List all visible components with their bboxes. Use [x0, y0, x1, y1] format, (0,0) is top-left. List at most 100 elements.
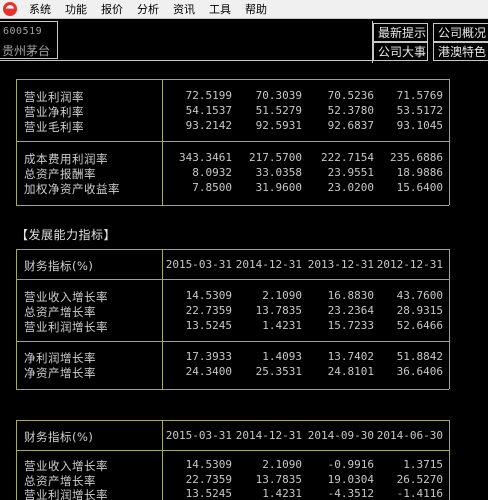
- table-grid-line: [16, 420, 17, 500]
- table-grid-line: [16, 420, 449, 421]
- table-cell: 2012-12-31: [376, 258, 443, 271]
- stock-info-box: 600519 贵州茅台: [0, 21, 58, 59]
- table-cell: -4.3512: [327, 487, 374, 500]
- port-features-button[interactable]: 港澳特色: [433, 42, 488, 61]
- table-cell: 36.6406: [396, 365, 443, 378]
- row-label: 加权净资产收益率: [24, 182, 120, 196]
- company-events-button[interactable]: 公司大事: [373, 42, 428, 61]
- table-cell: 70.5236: [327, 89, 374, 102]
- row-label: 总资产报酬率: [24, 167, 96, 181]
- row-label: 营业收入增长率: [24, 290, 108, 304]
- table-cell: 1.3715: [403, 458, 443, 471]
- table-cell: 51.8842: [396, 350, 443, 363]
- table-cell: 16.8830: [327, 289, 374, 302]
- stock-code: 600519: [3, 26, 43, 37]
- table-cell: 2.1090: [262, 458, 302, 471]
- table-cell: 22.7359: [185, 304, 232, 317]
- table-cell: 2014-12-31: [235, 258, 302, 271]
- latest-tips-button[interactable]: 最新提示: [373, 23, 428, 42]
- table-cell: 28.9315: [396, 304, 443, 317]
- menu-quote[interactable]: 报价: [95, 0, 131, 19]
- table-cell: 235.6886: [390, 151, 443, 164]
- table-grid-line: [16, 249, 449, 250]
- table-cell: 8.0932: [192, 166, 232, 179]
- table-grid-line: [16, 205, 449, 206]
- table-cell: 92.6837: [327, 119, 374, 132]
- table-cell: 14.5309: [185, 458, 232, 471]
- menu-help[interactable]: 帮助: [239, 0, 275, 19]
- table-cell: 7.8500: [192, 181, 232, 194]
- table-cell: -0.9916: [327, 458, 374, 471]
- table-cell: 1.4231: [262, 319, 302, 332]
- table-cell: 53.5172: [396, 104, 443, 117]
- table-cell: 2013-12-31: [307, 258, 374, 271]
- table-cell: 23.2364: [327, 304, 374, 317]
- table-cell: 2014-12-31: [235, 429, 302, 442]
- table-cell: 71.5769: [396, 89, 443, 102]
- table-cell: 13.7835: [255, 473, 302, 486]
- row-label: 总资产增长率: [24, 305, 96, 319]
- table-cell: 72.5199: [185, 89, 232, 102]
- stock-name: 贵州茅台: [2, 44, 51, 58]
- table-cell: 343.3461: [179, 151, 232, 164]
- row-label: 财务指标(%): [24, 430, 94, 444]
- menu-function[interactable]: 功能: [59, 0, 95, 19]
- table-grid-line: [449, 79, 450, 205]
- table-grid-line: [449, 420, 450, 500]
- row-label: 净利润增长率: [24, 351, 96, 365]
- table-cell: 13.7402: [327, 350, 374, 363]
- table-cell: 217.5700: [249, 151, 302, 164]
- table-grid-line: [16, 450, 449, 451]
- table-cell: 15.6400: [396, 181, 443, 194]
- table-grid-line: [16, 249, 17, 389]
- row-label: 营业利润增长率: [24, 488, 108, 500]
- menu-tools[interactable]: 工具: [203, 0, 239, 19]
- table-cell: 1.4231: [262, 487, 302, 500]
- table-cell: 24.3400: [185, 365, 232, 378]
- menu-news[interactable]: 资讯: [167, 0, 203, 19]
- table-grid-line: [16, 341, 449, 342]
- table-cell: 18.9886: [396, 166, 443, 179]
- table-cell: 2015-03-31: [165, 429, 232, 442]
- table-cell: 52.6466: [396, 319, 443, 332]
- table-grid-line: [162, 79, 163, 205]
- table-cell: 222.7154: [321, 151, 374, 164]
- table-cell: 14.5309: [185, 289, 232, 302]
- menu-bar: 系统 功能 报价 分析 资讯 工具 帮助: [0, 0, 488, 19]
- table-cell: 25.3531: [255, 365, 302, 378]
- menu-system[interactable]: 系统: [23, 0, 59, 19]
- menu-analysis[interactable]: 分析: [131, 0, 167, 19]
- company-profile-button[interactable]: 公司概况: [433, 23, 488, 42]
- row-label: 营业收入增长率: [24, 459, 108, 473]
- table-grid-line: [162, 249, 163, 389]
- header-divider: [0, 60, 372, 61]
- table-cell: 17.3933: [185, 350, 232, 363]
- table-cell: 31.9600: [255, 181, 302, 194]
- row-label: 成本费用利润率: [24, 152, 108, 166]
- table-grid-line: [449, 249, 450, 389]
- table-cell: 24.8101: [327, 365, 374, 378]
- table-cell: 2.1090: [262, 289, 302, 302]
- row-label: 财务指标(%): [24, 259, 94, 273]
- table-cell: 19.0304: [327, 473, 374, 486]
- table-cell: -1.4116: [396, 487, 443, 500]
- table-cell: 15.7233: [327, 319, 374, 332]
- table-cell: 22.7359: [185, 473, 232, 486]
- row-label: 营业净利率: [24, 105, 84, 119]
- table-grid-line: [16, 79, 449, 80]
- table-cell: 2014-09-30: [307, 429, 374, 442]
- table-cell: 93.1045: [396, 119, 443, 132]
- app-logo-icon: [3, 2, 17, 16]
- table-grid-line: [16, 389, 449, 390]
- table-cell: 1.4093: [262, 350, 302, 363]
- table-cell: 2015-03-31: [165, 258, 232, 271]
- table-cell: 92.5931: [255, 119, 302, 132]
- row-label: 净资产增长率: [24, 366, 96, 380]
- table-cell: 23.9551: [327, 166, 374, 179]
- table-grid-line: [16, 141, 449, 142]
- row-label: 营业毛利率: [24, 120, 84, 134]
- table-cell: 93.2142: [185, 119, 232, 132]
- table-cell: 51.5279: [255, 104, 302, 117]
- section-title-growth: 【发展能力指标】: [16, 228, 117, 242]
- table-cell: 70.3039: [255, 89, 302, 102]
